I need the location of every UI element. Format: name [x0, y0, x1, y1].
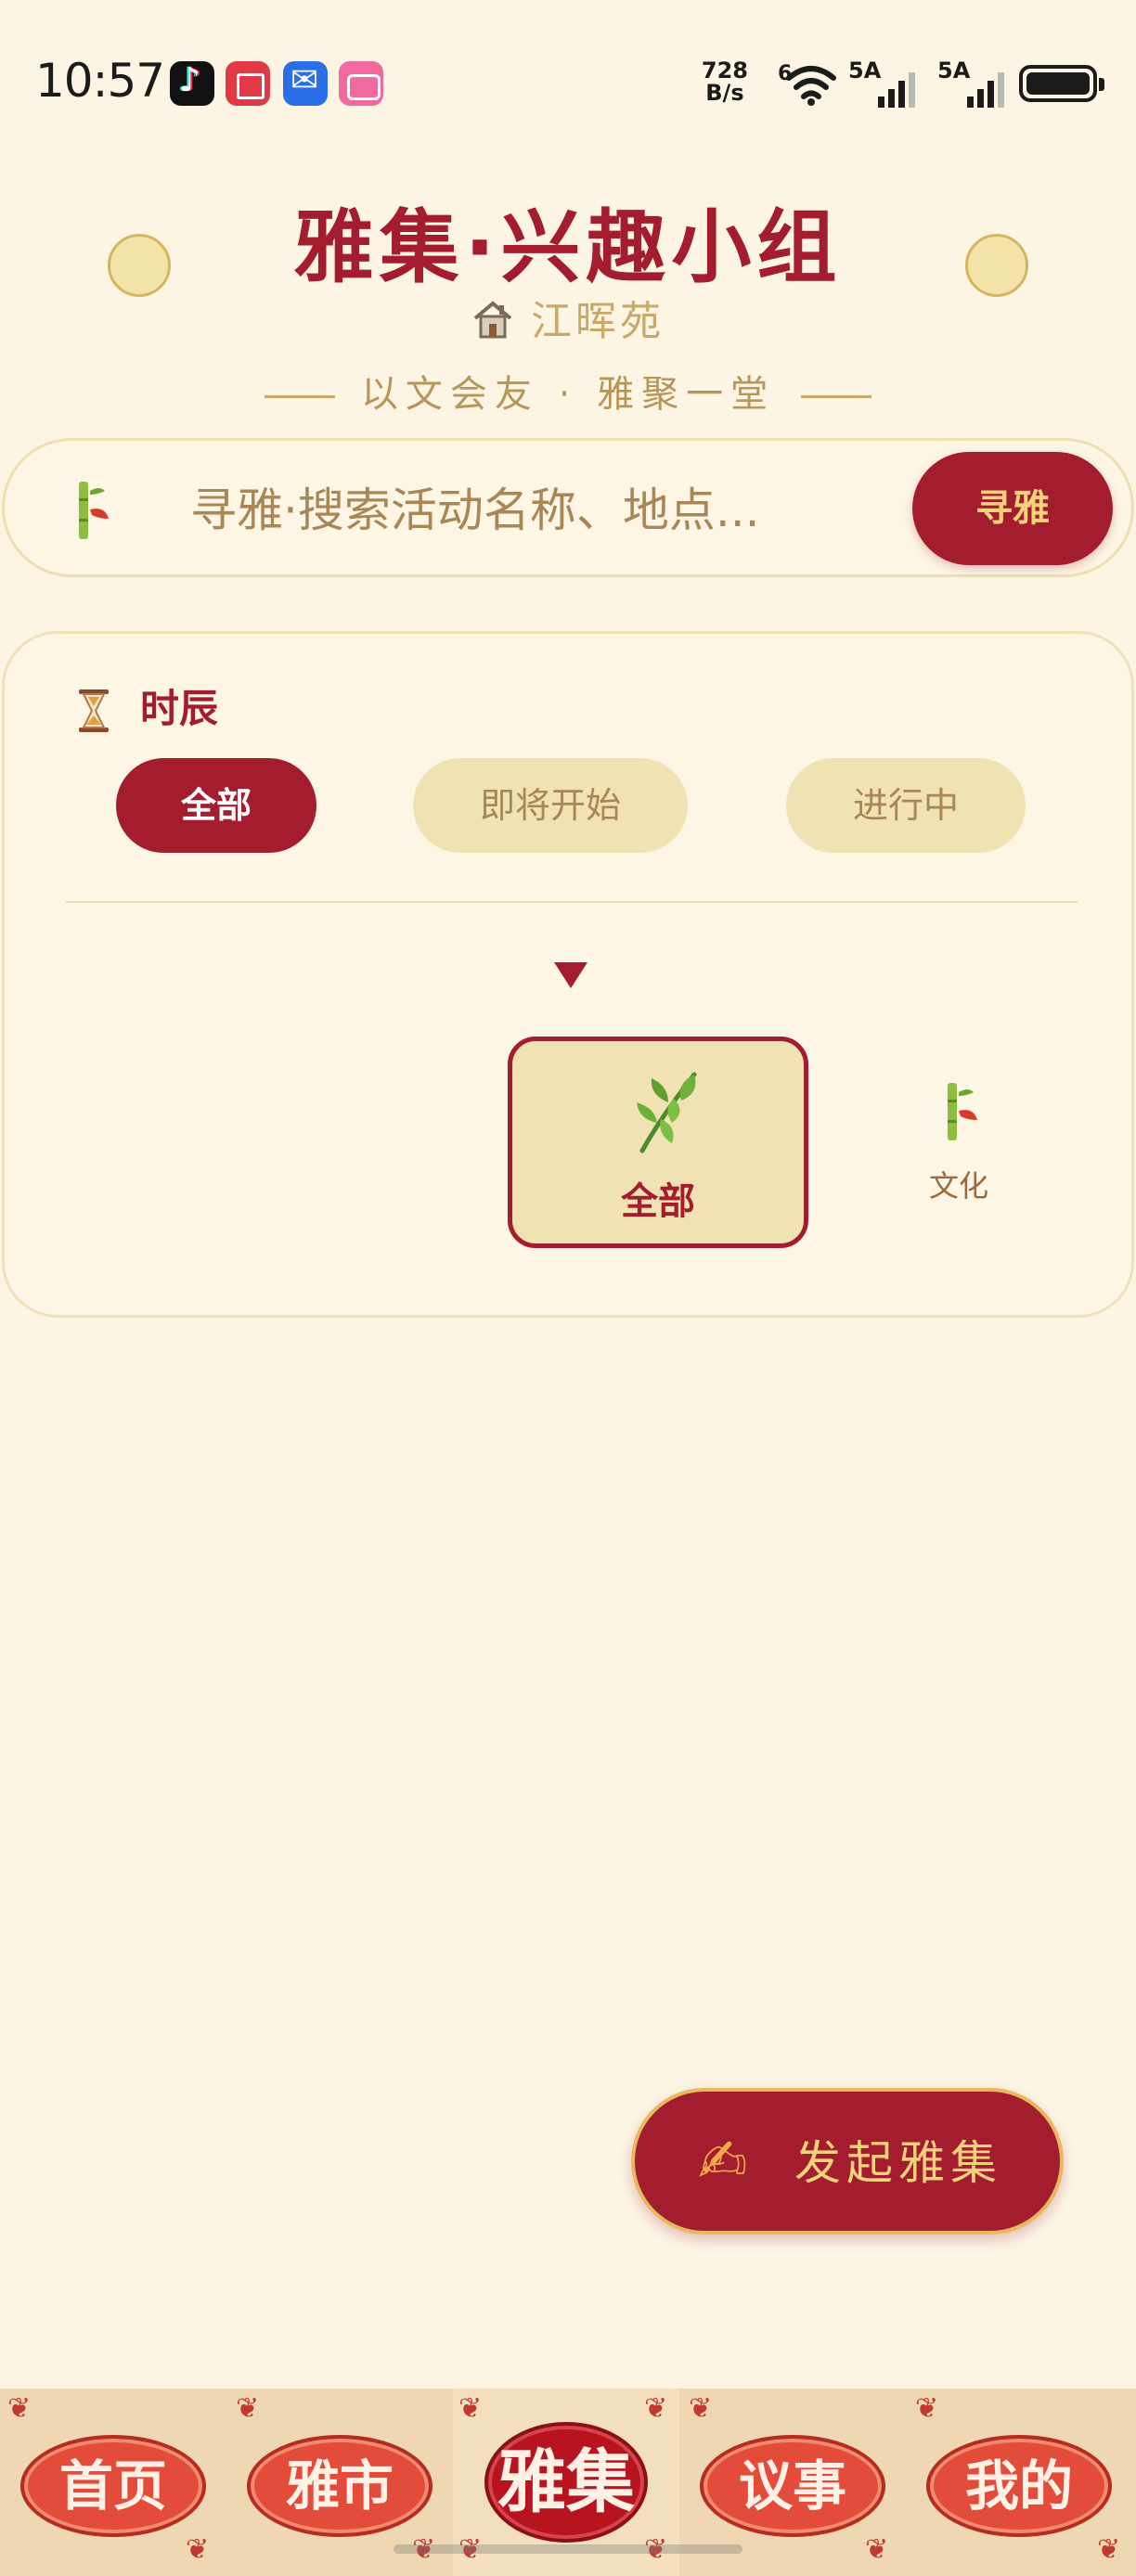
nav-profile-label: 我的 [964, 2454, 1073, 2518]
tagline: 以文会友 · 雅聚一堂 [0, 364, 1136, 418]
ornament-icon: ❦ [689, 2392, 713, 2425]
home-indicator[interactable] [394, 2544, 742, 2554]
tiktok-icon [170, 61, 214, 106]
ornament-icon: ❦ [1097, 2533, 1121, 2566]
signal-2-icon: 5A [937, 58, 1012, 109]
nav-home-seal: 首页 [20, 2435, 206, 2537]
filter-title: 时辰 [140, 686, 219, 731]
ornament-icon: ❦ [236, 2392, 260, 2425]
ornament-icon: ❦ [865, 2533, 889, 2566]
hourglass-icon [79, 689, 109, 732]
signal-1-icon: 5A [848, 58, 923, 109]
house-icon [471, 298, 514, 345]
net-speed: 728 B/s [702, 59, 748, 104]
bamboo-icon [79, 482, 109, 539]
sprig-icon [637, 1072, 697, 1153]
nav-gathering-label: 雅集 [497, 2442, 635, 2522]
time-filter-all[interactable]: 全部 [116, 758, 316, 853]
nav-market-seal: 雅市 [247, 2435, 432, 2537]
wifi-icon: 6 [778, 62, 836, 106]
tagline-text: 以文会友 · 雅聚一堂 [360, 373, 776, 416]
category-label: 文化 [928, 1168, 988, 1204]
divider [66, 901, 1078, 903]
time-filter-ongoing[interactable]: 进行中 [786, 758, 1026, 853]
book-icon [226, 61, 270, 106]
page-title: 雅集·兴趣小组 [293, 201, 843, 294]
battery-icon [1019, 65, 1104, 102]
category-all[interactable]: 全部 [508, 1037, 808, 1248]
search-bar[interactable]: 寻雅 [2, 438, 1134, 577]
nav-discussion-label: 议事 [738, 2454, 846, 2518]
bamboo-icon [948, 1083, 977, 1140]
nav-home-label: 首页 [58, 2454, 167, 2518]
status-time: 10:57 [35, 54, 165, 108]
ornament-icon: ❦ [915, 2392, 939, 2425]
create-gathering-label: 发起雅集 [794, 2136, 1002, 2190]
time-filter-upcoming[interactable]: 即将开始 [413, 758, 688, 853]
tagline-divider-left [264, 394, 335, 398]
nav-profile[interactable]: ❦ ❦ 我的 [906, 2389, 1136, 2576]
ornament-icon: ❦ [458, 2392, 483, 2425]
category-culture[interactable]: 文化 [912, 1079, 1005, 1218]
community-label: 江晖苑 [531, 298, 665, 345]
create-gathering-button[interactable]: ✍ 发起雅集 [631, 2088, 1064, 2235]
category-label: 全部 [621, 1180, 695, 1223]
search-button[interactable]: 寻雅 [912, 452, 1113, 565]
ornament-icon: ❦ [644, 2392, 668, 2425]
nav-market-label: 雅市 [285, 2454, 394, 2518]
tagline-divider-right [801, 394, 872, 398]
writing-hand-icon: ✍ [698, 2128, 748, 2196]
nav-gathering-seal: 雅集 [484, 2422, 648, 2543]
nav-home[interactable]: ❦ ❦ 首页 [0, 2389, 226, 2576]
nav-discussion-seal: 议事 [700, 2435, 885, 2537]
status-bar: 10:57 728 B/s 6 5A 5A [0, 0, 1136, 167]
nav-profile-seal: 我的 [926, 2435, 1112, 2537]
selection-pointer-icon [554, 962, 587, 988]
ornament-icon: ❦ [186, 2533, 210, 2566]
mail-icon [283, 61, 328, 106]
search-input[interactable] [190, 480, 877, 541]
ornament-icon: ❦ [7, 2392, 32, 2425]
bilibili-icon [339, 61, 383, 106]
filter-panel: 时辰 全部 即将开始 进行中 全部 文化 [2, 631, 1134, 1318]
community-name: 江晖苑 [0, 288, 1136, 347]
net-speed-unit: B/s [705, 80, 744, 106]
net-speed-value: 728 [701, 58, 748, 84]
